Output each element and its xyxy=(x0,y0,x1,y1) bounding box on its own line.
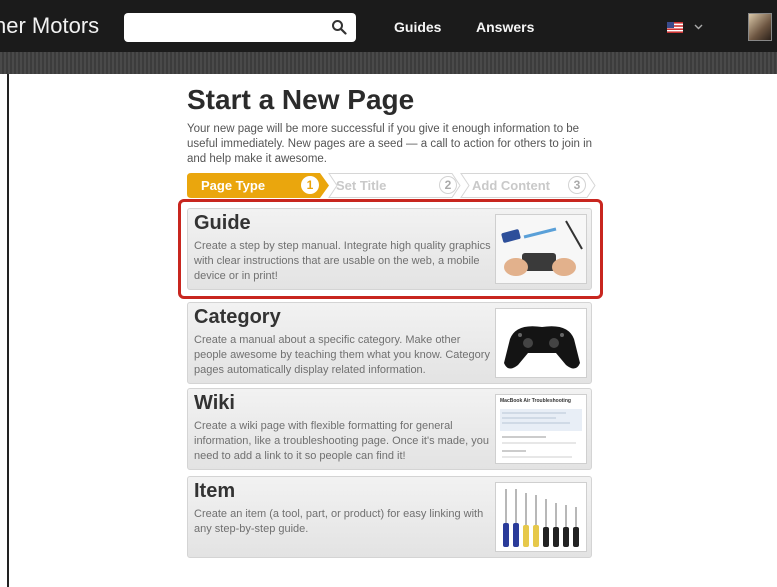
option-item[interactable]: Item Create an item (a tool, part, or pr… xyxy=(187,476,592,558)
option-description: Create a manual about a specific categor… xyxy=(194,334,490,376)
search-box[interactable] xyxy=(124,13,356,42)
option-title: Category xyxy=(194,306,281,328)
option-description: Create an item (a tool, part, or product… xyxy=(194,508,484,535)
option-description: Create a wiki page with flexible formatt… xyxy=(194,420,489,462)
option-title: Wiki xyxy=(194,392,235,414)
sub-header-strip xyxy=(0,52,777,74)
option-category[interactable]: Category Create a manual about a specifi… xyxy=(187,302,592,384)
step-add-content[interactable]: Add Content 3 xyxy=(462,173,597,198)
us-flag-icon[interactable] xyxy=(667,22,683,33)
intro-text: Your new page will be more successful if… xyxy=(187,123,593,165)
step-page-type[interactable]: Page Type 1 xyxy=(187,173,329,198)
page-title: Start a New Page xyxy=(187,84,415,115)
site-logo[interactable]: ner Motors xyxy=(0,13,120,39)
option-wiki[interactable]: Wiki Create a wiki page with flexible fo… xyxy=(187,388,592,470)
step-number: 3 xyxy=(568,176,586,194)
step-label: Set Title xyxy=(336,178,387,193)
step-progress: Page Type 1 Set Title 2 Add Content 3 xyxy=(187,173,597,198)
chevron-down-icon[interactable] xyxy=(694,22,703,31)
step-number: 1 xyxy=(301,176,319,194)
step-set-title[interactable]: Set Title 2 xyxy=(330,173,458,198)
category-thumbnail xyxy=(495,308,587,378)
step-number: 2 xyxy=(439,176,457,194)
avatar[interactable] xyxy=(748,13,772,41)
search-input[interactable] xyxy=(130,17,324,39)
step-label: Add Content xyxy=(472,178,550,193)
page-edge-divider xyxy=(7,74,9,587)
selected-option-highlight xyxy=(178,199,603,299)
item-thumbnail xyxy=(495,482,587,552)
option-title: Item xyxy=(194,480,236,502)
nav-answers-link[interactable]: Answers xyxy=(476,19,534,35)
step-label: Page Type xyxy=(201,178,266,193)
nav-guides-link[interactable]: Guides xyxy=(394,19,441,35)
search-icon[interactable] xyxy=(331,19,347,35)
wiki-thumbnail: MacBook Air Troubleshooting xyxy=(495,394,587,464)
top-nav-bar: ner Motors Guides Answers xyxy=(0,0,777,52)
